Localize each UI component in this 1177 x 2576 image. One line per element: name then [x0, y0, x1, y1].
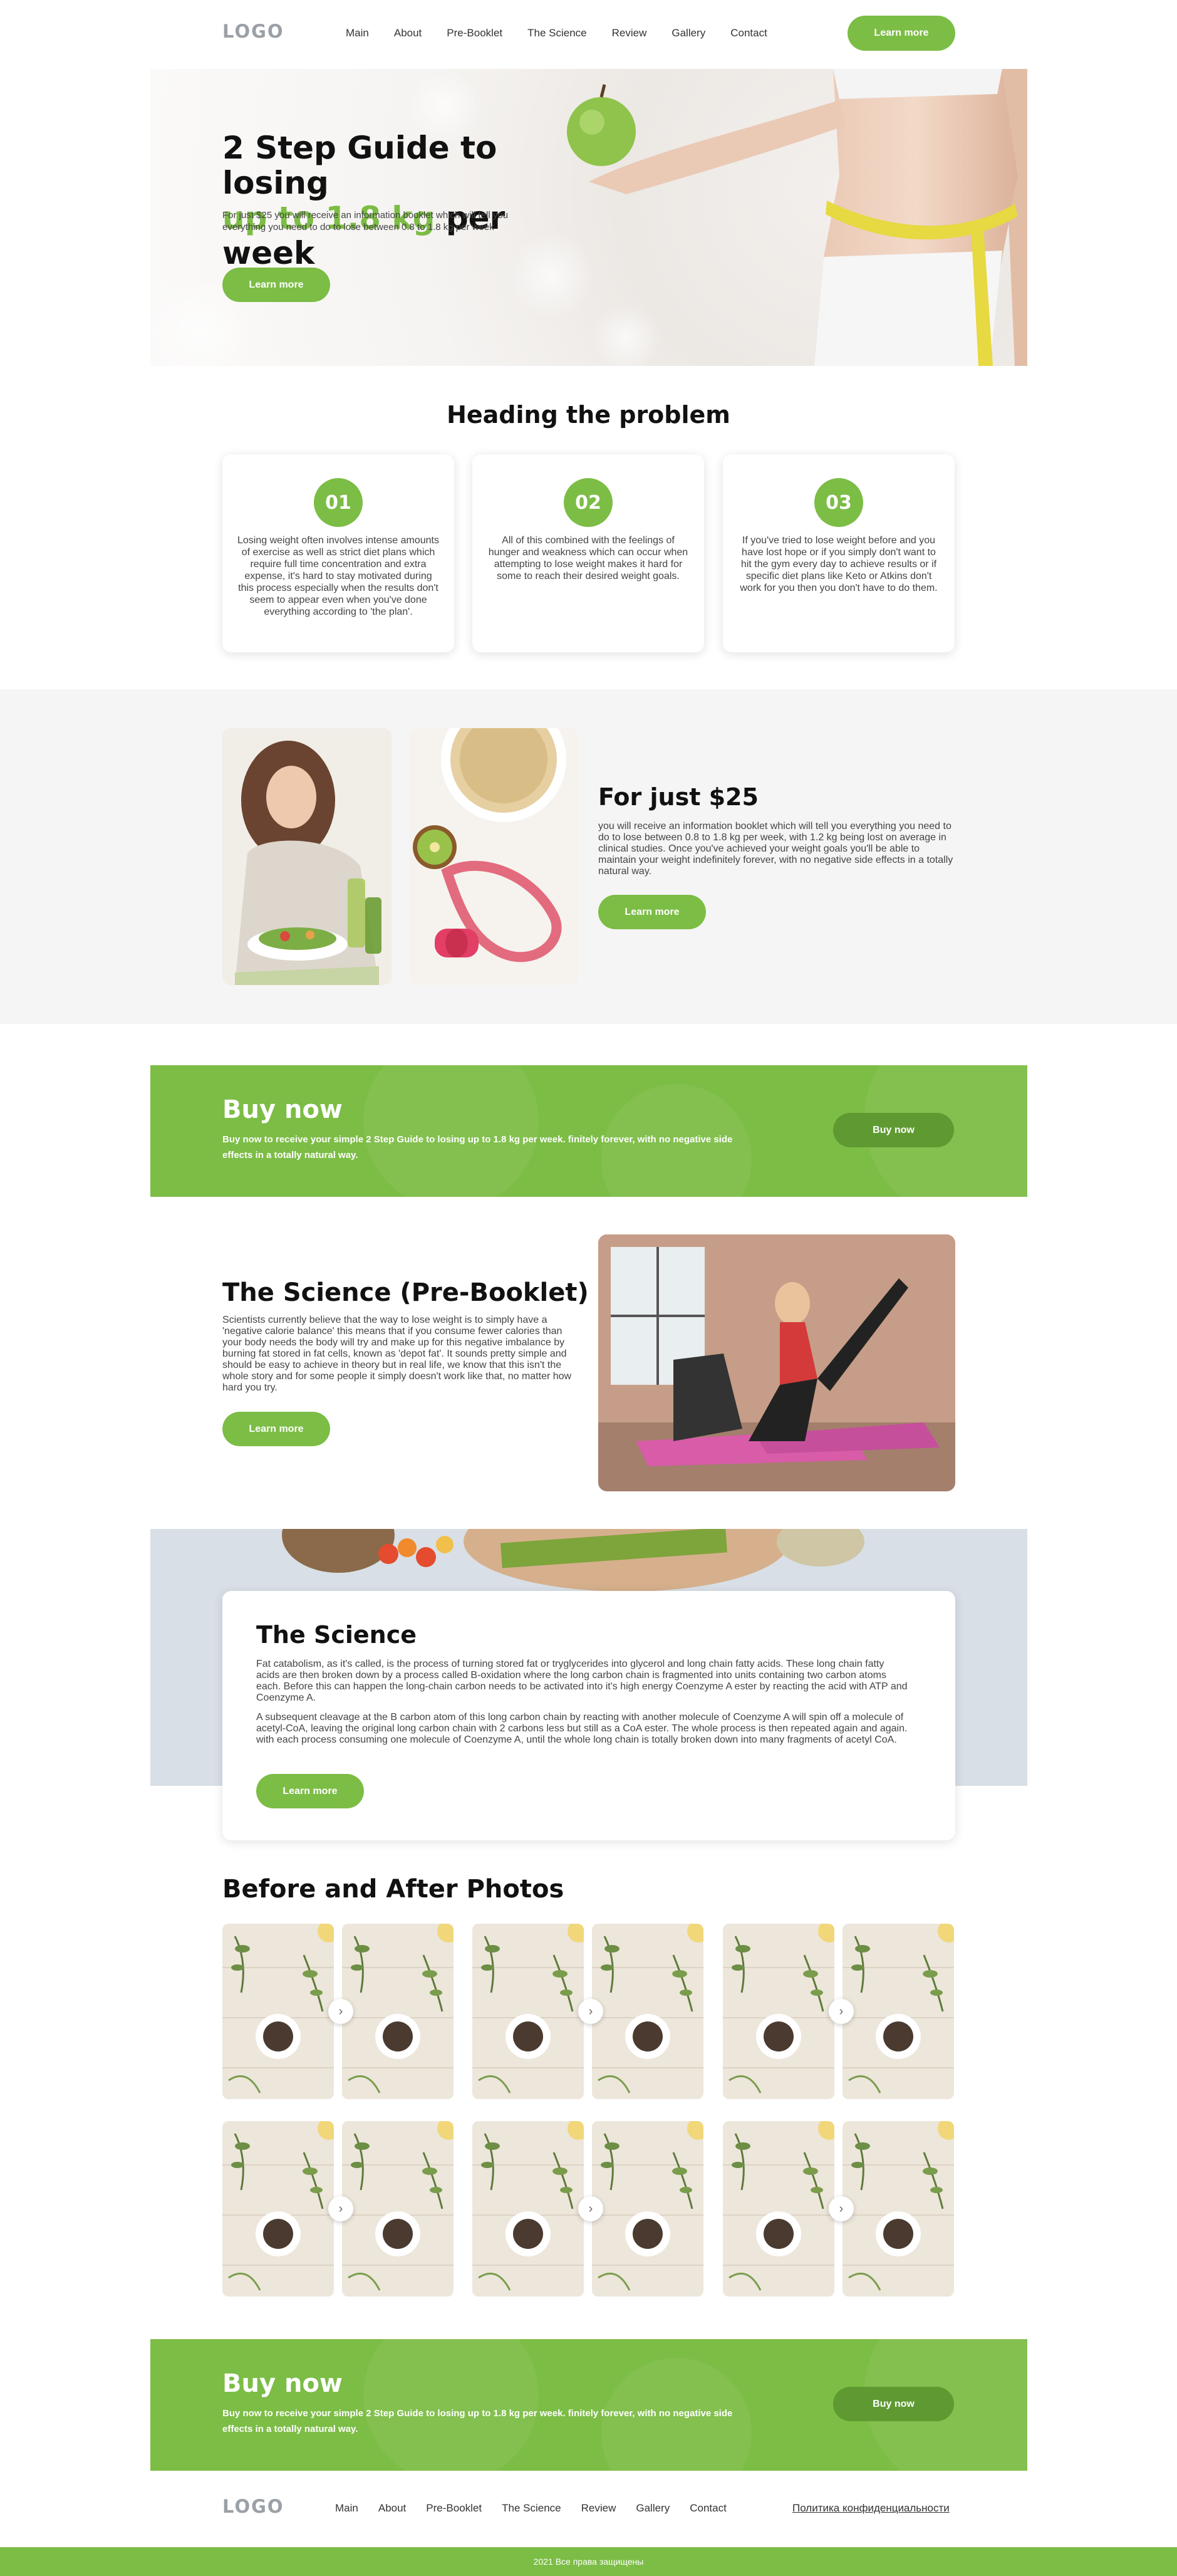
prebooklet-photo	[598, 1234, 955, 1491]
science-paragraph-2: A subsequent cleavage at the B carbon at…	[256, 1712, 908, 1745]
chevron-right-icon[interactable]: ›	[578, 1999, 603, 2024]
gallery-photo[interactable]	[843, 1924, 954, 2099]
copyright-text: 2021 Все права защищены	[533, 2557, 644, 2567]
nav-main[interactable]: Main	[346, 27, 369, 39]
problem-card-text: If you've tried to lose weight before an…	[740, 535, 938, 593]
problem-card-1: 01 Losing weight often involves intense …	[222, 454, 454, 652]
fitness-class-image	[598, 1234, 955, 1491]
seeds-bowl-image	[472, 1924, 584, 2099]
hero-section: 2 Step Guide to losing up to 1.8 kg per …	[150, 69, 1027, 366]
buy-now-title: Buy now	[222, 1095, 343, 1124]
problem-card-text: All of this combined with the feelings o…	[488, 535, 688, 581]
nav-about[interactable]: About	[394, 27, 422, 39]
main-nav: Main About Pre-Booklet The Science Revie…	[346, 27, 767, 39]
seeds-bowl-image	[342, 1924, 454, 2099]
nav-pre-booklet[interactable]: Pre-Booklet	[447, 27, 502, 39]
hero-text: For just $25 you will receive an informa…	[222, 210, 509, 232]
seeds-bowl-image	[843, 1924, 954, 2099]
gallery-photo[interactable]	[723, 1924, 834, 2099]
science-title: The Science	[256, 1621, 417, 1649]
footer-copyright-bar: 2021 Все права защищены	[0, 2547, 1177, 2576]
gallery-photo[interactable]	[843, 2121, 954, 2297]
gallery-photo[interactable]	[472, 1924, 584, 2099]
science-learn-more-button[interactable]: Learn more	[256, 1774, 364, 1808]
seeds-bowl-image	[592, 1924, 703, 2099]
seeds-bowl-image	[472, 2121, 584, 2297]
prebooklet-learn-more-button[interactable]: Learn more	[222, 1412, 330, 1446]
gallery-photo[interactable]	[222, 2121, 334, 2297]
problem-card-text: Losing weight often involves intense amo…	[237, 535, 439, 617]
seeds-bowl-image	[592, 2121, 703, 2297]
offer-photo-woman	[222, 728, 391, 985]
buy-now-banner-bottom: Buy now Buy now to receive your simple 2…	[150, 2339, 1027, 2471]
buy-now-title: Buy now	[222, 2369, 343, 2398]
offer-photo-food	[410, 728, 579, 985]
problem-card-number: 01	[314, 478, 363, 527]
chevron-right-icon[interactable]: ›	[328, 1999, 353, 2024]
gallery-photo[interactable]	[222, 1924, 334, 2099]
nav-gallery[interactable]: Gallery	[671, 27, 705, 39]
footer-nav-about[interactable]: About	[378, 2502, 406, 2515]
hero-title-line1: 2 Step Guide to losing	[222, 130, 497, 201]
footer-nav: Main About Pre-Booklet The Science Revie…	[335, 2502, 727, 2515]
buy-now-button[interactable]: Buy now	[833, 1113, 954, 1147]
gallery-photo[interactable]	[592, 2121, 703, 2297]
buy-now-text: Buy now to receive your simple 2 Step Gu…	[222, 1134, 733, 1160]
gallery-photo[interactable]	[342, 2121, 454, 2297]
oats-and-measuring-tape-image	[410, 728, 579, 985]
chevron-right-icon[interactable]: ›	[578, 2196, 603, 2221]
seeds-bowl-image	[843, 2121, 954, 2297]
nav-contact[interactable]: Contact	[730, 27, 767, 39]
footer-nav-review[interactable]: Review	[581, 2502, 616, 2515]
seeds-bowl-image	[222, 1924, 334, 2099]
footer-nav-gallery[interactable]: Gallery	[636, 2502, 670, 2515]
problem-card-number: 03	[814, 478, 863, 527]
science-paragraph-1: Fat catabolism, as it's called, is the p…	[256, 1659, 908, 1703]
hero-learn-more-button[interactable]: Learn more	[222, 268, 330, 302]
buy-now-banner: Buy now Buy now to receive your simple 2…	[150, 1065, 1027, 1197]
hero-title: 2 Step Guide to losing up to 1.8 kg per …	[222, 130, 573, 271]
offer-title: For just $25	[598, 783, 759, 811]
buy-now-text: Buy now to receive your simple 2 Step Gu…	[222, 2408, 733, 2434]
seeds-bowl-image	[342, 2121, 454, 2297]
problem-card-3: 03 If you've tried to lose weight before…	[723, 454, 955, 652]
privacy-policy-link[interactable]: Политика конфиденциальности	[792, 2502, 950, 2515]
footer-nav-the-science[interactable]: The Science	[502, 2502, 561, 2515]
footer-nav-contact[interactable]: Contact	[690, 2502, 727, 2515]
woman-eating-salad-image	[222, 728, 391, 985]
banner-decoration	[363, 1065, 539, 1197]
seeds-bowl-image	[723, 1924, 834, 2099]
seeds-bowl-image	[222, 2121, 334, 2297]
gallery-photo[interactable]	[723, 2121, 834, 2297]
science-card: The Science Fat catabolism, as it's call…	[222, 1591, 955, 1840]
chevron-right-icon[interactable]: ›	[328, 2196, 353, 2221]
nav-review[interactable]: Review	[612, 27, 647, 39]
prebooklet-title: The Science (Pre-Booklet)	[222, 1278, 589, 1307]
banner-decoration	[363, 2339, 539, 2471]
problem-card-2: 02 All of this combined with the feeling…	[472, 454, 704, 652]
gallery-photo[interactable]	[592, 1924, 703, 2099]
logo[interactable]: LOGO	[222, 21, 284, 42]
gallery-photo[interactable]	[472, 2121, 584, 2297]
offer-section	[0, 689, 1177, 1024]
chevron-right-icon[interactable]: ›	[829, 2196, 854, 2221]
footer-logo[interactable]: LOGO	[222, 2496, 284, 2517]
seeds-bowl-image	[723, 2121, 834, 2297]
gallery-photo[interactable]	[342, 1924, 454, 2099]
chevron-right-icon[interactable]: ›	[829, 1999, 854, 2024]
footer-nav-pre-booklet[interactable]: Pre-Booklet	[426, 2502, 482, 2515]
offer-learn-more-button[interactable]: Learn more	[598, 895, 706, 929]
footer-nav-main[interactable]: Main	[335, 2502, 358, 2515]
buy-now-button[interactable]: Buy now	[833, 2387, 954, 2421]
gallery-title: Before and After Photos	[222, 1875, 564, 1904]
problem-title: Heading the problem	[447, 401, 730, 429]
problem-card-number: 02	[564, 478, 613, 527]
prebooklet-text: Scientists currently believe that the wa…	[222, 1315, 572, 1393]
offer-text: you will receive an information booklet …	[598, 821, 953, 877]
nav-the-science[interactable]: The Science	[527, 27, 587, 39]
header-learn-more-button[interactable]: Learn more	[848, 16, 955, 51]
